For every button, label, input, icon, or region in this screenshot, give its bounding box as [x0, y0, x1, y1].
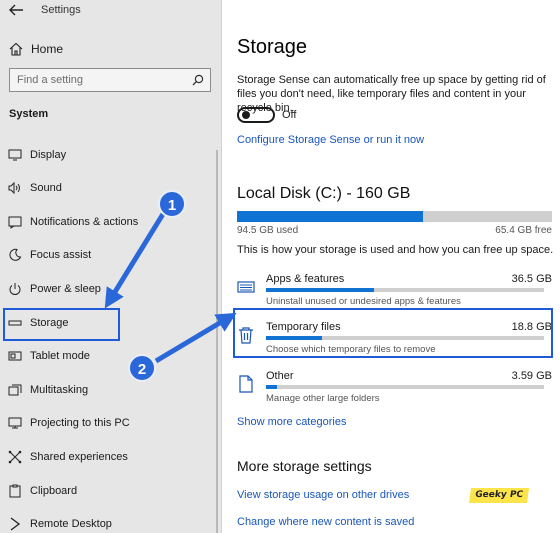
projecting-icon	[8, 417, 22, 429]
sidebar-item-shared-experiences[interactable]: Shared experiences	[0, 444, 220, 470]
sidebar-scrollbar[interactable]	[216, 150, 218, 533]
view-storage-usage-link[interactable]: View storage usage on other drives	[237, 489, 409, 501]
back-arrow-icon[interactable]	[8, 3, 24, 17]
sidebar-item-label: Power & sleep	[30, 283, 101, 295]
callout-2: 2	[128, 354, 156, 382]
search-input[interactable]	[17, 73, 187, 87]
file-icon	[239, 375, 253, 393]
focus-assist-icon	[9, 248, 22, 261]
sidebar-item-multitasking[interactable]: Multitasking	[0, 377, 220, 403]
geeky-pc-logo: Geeky PC	[468, 488, 530, 503]
storage-highlight-box	[3, 308, 120, 341]
sidebar-item-sound[interactable]: Sound	[0, 175, 220, 201]
sidebar-item-remote-desktop[interactable]: Remote Desktop	[0, 511, 220, 533]
clipboard-icon	[9, 484, 21, 498]
sidebar-item-label: Multitasking	[30, 384, 89, 396]
configure-storage-sense-link[interactable]: Configure Storage Sense or run it now	[237, 134, 424, 146]
callout-1: 1	[158, 190, 186, 218]
tablet-mode-icon	[8, 351, 22, 361]
shared-experiences-icon	[8, 450, 22, 464]
toggle-state-label: Off	[282, 109, 297, 121]
category-name: Other	[266, 370, 294, 382]
disk-free-label: 65.4 GB free	[495, 225, 552, 236]
category-fill	[266, 288, 375, 292]
title-bar: Settings	[0, 0, 222, 20]
category-apps-features[interactable]: Apps & features 36.5 GB Uninstall unused…	[237, 272, 552, 312]
show-more-categories-link[interactable]: Show more categories	[237, 416, 346, 428]
disk-usage-bar	[237, 211, 552, 222]
apps-features-icon	[237, 281, 255, 293]
search-box[interactable]	[9, 68, 211, 92]
page-title: Storage	[237, 36, 308, 58]
disk-title: Local Disk (C:) - 160 GB	[237, 185, 411, 202]
app-title: Settings	[41, 4, 81, 16]
category-size: 36.5 GB	[511, 273, 552, 285]
sidebar-item-label: Shared experiences	[30, 451, 128, 463]
category-bar	[266, 288, 544, 292]
multitasking-icon	[8, 384, 22, 396]
section-label: System	[9, 108, 49, 120]
sidebar-home[interactable]: Home	[0, 38, 220, 60]
category-description: Manage other large folders	[266, 393, 380, 404]
sidebar: Settings Home System Display Sound Notif…	[0, 0, 222, 533]
storage-sense-toggle[interactable]	[237, 107, 275, 123]
disk-used-label: 94.5 GB used	[237, 225, 299, 236]
sidebar-item-label: Remote Desktop	[30, 518, 112, 530]
sidebar-item-label: Clipboard	[30, 485, 78, 497]
sidebar-item-label: Focus assist	[30, 249, 92, 261]
category-name: Apps & features	[266, 273, 345, 285]
power-icon	[9, 283, 21, 295]
category-size: 3.59 GB	[511, 370, 552, 382]
sidebar-item-focus-assist[interactable]: Focus assist	[0, 242, 220, 268]
disk-usage-fill	[237, 211, 423, 222]
storage-usage-text: This is how your storage is used and how…	[237, 244, 554, 256]
notifications-icon	[8, 216, 22, 229]
remote-desktop-icon	[10, 517, 21, 531]
sidebar-item-label: Notifications & actions	[30, 216, 139, 228]
category-bar	[266, 385, 544, 389]
sidebar-item-label: Sound	[30, 182, 62, 194]
sidebar-item-tablet-mode[interactable]: Tablet mode	[0, 343, 220, 369]
temporary-files-highlight-box	[233, 308, 553, 358]
sound-icon	[8, 181, 20, 195]
more-storage-settings-heading: More storage settings	[237, 458, 372, 474]
sidebar-item-notifications[interactable]: Notifications & actions	[0, 209, 220, 235]
home-label: Home	[31, 42, 64, 56]
main-panel: Storage Storage Sense can automatically …	[223, 0, 560, 533]
sidebar-item-label: Projecting to this PC	[30, 417, 130, 429]
sidebar-item-display[interactable]: Display	[0, 142, 220, 168]
home-icon	[9, 42, 23, 56]
category-description: Uninstall unused or undesired apps & fea…	[266, 296, 461, 307]
sidebar-item-power[interactable]: Power & sleep	[0, 276, 220, 302]
sidebar-item-clipboard[interactable]: Clipboard	[0, 478, 220, 504]
sidebar-item-label: Display	[30, 149, 67, 161]
category-fill	[266, 385, 278, 389]
sidebar-item-label: Tablet mode	[30, 350, 90, 362]
category-other[interactable]: Other 3.59 GB Manage other large folders	[237, 369, 552, 409]
sidebar-item-projecting[interactable]: Projecting to this PC	[0, 410, 220, 436]
search-icon[interactable]	[192, 74, 204, 86]
change-save-location-link[interactable]: Change where new content is saved	[237, 516, 414, 528]
display-icon	[8, 149, 22, 161]
toggle-knob	[242, 111, 250, 119]
